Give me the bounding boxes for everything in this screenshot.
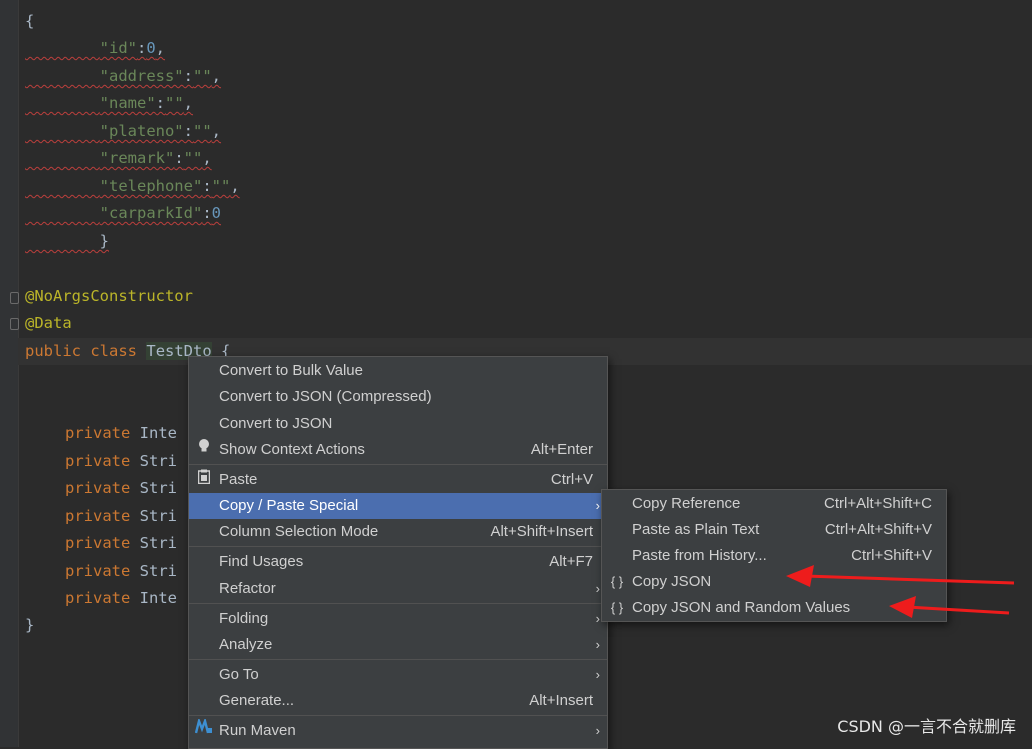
red-arrow-copy-json (786, 565, 1015, 587)
annotation-arrows (786, 565, 1015, 618)
watermark: CSDN @一言不合就删库 (837, 717, 1016, 736)
red-arrow-copy-json-random (889, 596, 1010, 618)
